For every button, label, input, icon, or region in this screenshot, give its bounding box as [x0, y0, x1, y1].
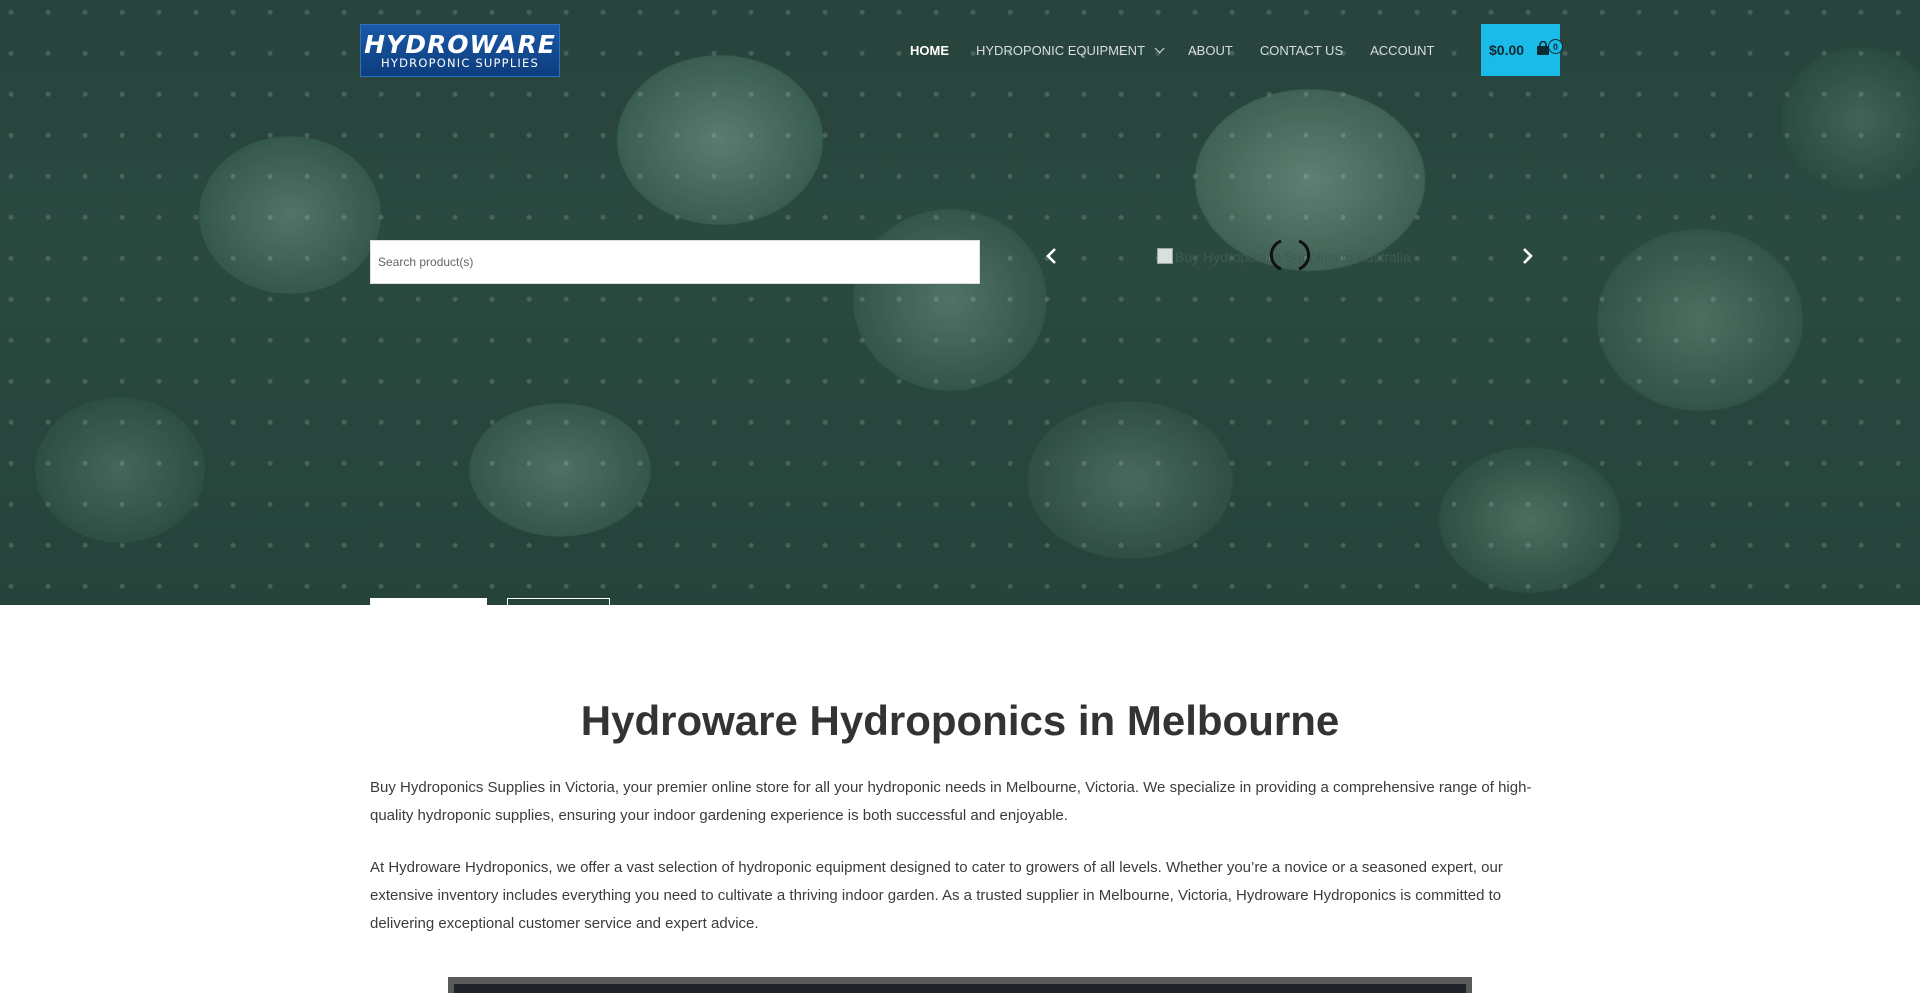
loading-spinner-icon	[1269, 239, 1311, 271]
cart-button[interactable]: $0.00 0	[1481, 24, 1563, 76]
video-embed[interactable]	[448, 977, 1472, 993]
chevron-left-icon	[1046, 248, 1056, 264]
page-title: Hydroware Hydroponics in Melbourne	[580, 697, 1340, 744]
nav-hydroponic-equipment-label: HYDROPONIC EQUIPMENT	[976, 42, 1146, 58]
product-search-input[interactable]	[370, 240, 980, 284]
cart-total: $0.00	[1489, 42, 1525, 58]
chevron-right-icon	[1523, 248, 1533, 264]
main-content: Hydroware Hydroponics in Melbourne Buy H…	[370, 690, 1550, 962]
broken-image-icon	[1157, 248, 1173, 264]
main-nav: HOME HYDROPONIC EQUIPMENT ABOUT CONTACT …	[910, 40, 1461, 60]
slider-prev-button[interactable]	[1042, 244, 1062, 268]
site-logo[interactable]: HYDROWARE HYDROPONIC SUPPLIES	[360, 24, 560, 77]
hero-primary-button[interactable]	[370, 598, 487, 610]
nav-contact-us[interactable]: CONTACT US	[1260, 43, 1343, 58]
nav-hydroponic-equipment[interactable]: HYDROPONIC EQUIPMENT	[976, 42, 1165, 58]
cart-count-badge: 0	[1548, 39, 1563, 54]
nav-about[interactable]: ABOUT	[1188, 43, 1233, 58]
slider-next-button[interactable]	[1517, 244, 1537, 268]
logo-wordmark: HYDROWARE	[364, 29, 556, 59]
intro-paragraph: Buy Hydroponics Supplies in Victoria, yo…	[370, 779, 1532, 824]
about-paragraph: At Hydroware Hydroponics, we offer a vas…	[370, 859, 1503, 932]
nav-account[interactable]: ACCOUNT	[1370, 43, 1434, 58]
chevron-down-icon	[1154, 42, 1165, 53]
hero-secondary-button[interactable]	[507, 598, 610, 610]
nav-home[interactable]: HOME	[910, 43, 949, 58]
site-header: HYDROWARE HYDROPONIC SUPPLIES HOME HYDRO…	[0, 0, 1920, 100]
logo-tagline: HYDROPONIC SUPPLIES	[381, 55, 539, 70]
